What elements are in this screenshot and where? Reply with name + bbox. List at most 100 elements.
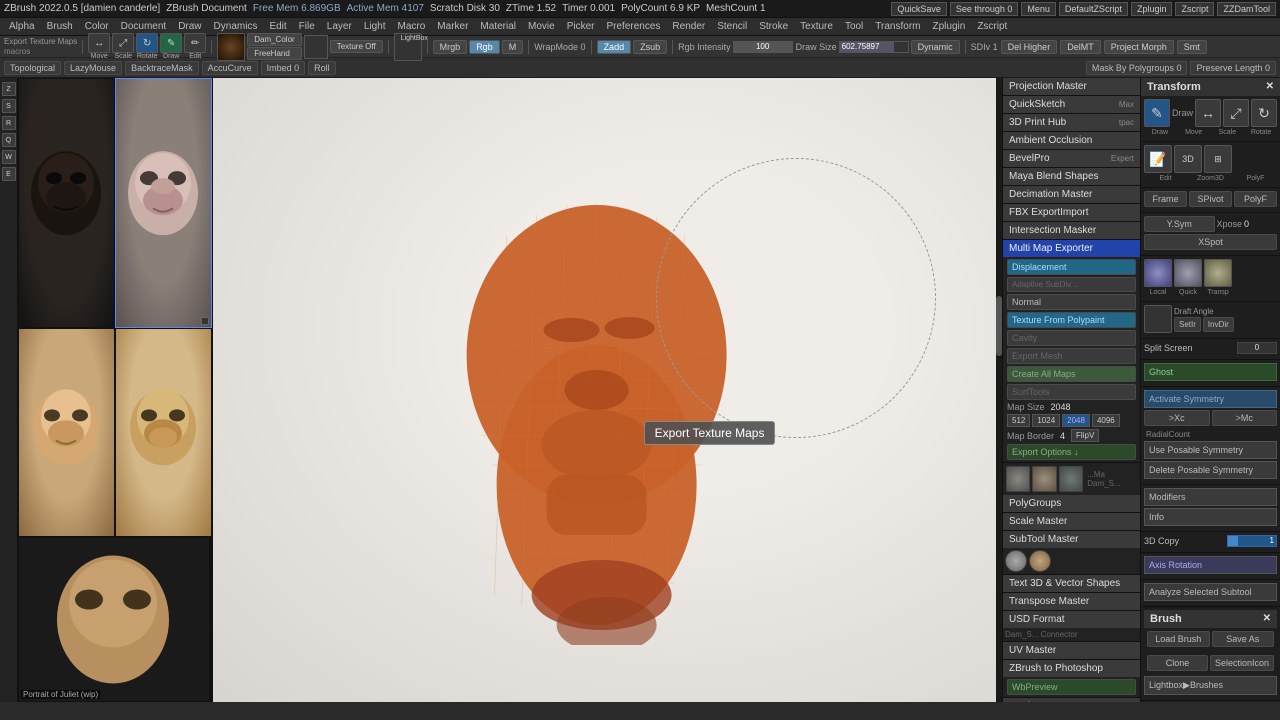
draft-angle-icon[interactable] bbox=[1144, 305, 1172, 333]
texture-off-btn[interactable]: Texture Off bbox=[330, 40, 383, 53]
scale-master-header[interactable]: Scale Master bbox=[1003, 513, 1140, 530]
viewport[interactable]: Export Texture Maps bbox=[213, 78, 996, 702]
imbed-btn[interactable]: Imbed 0 bbox=[261, 61, 306, 75]
smt-btn[interactable]: Smt bbox=[1177, 40, 1207, 54]
menu-stroke[interactable]: Stroke bbox=[754, 20, 793, 33]
clone-btn[interactable]: Clone bbox=[1147, 655, 1208, 671]
menu-file[interactable]: File bbox=[294, 20, 320, 33]
load-brush-btn[interactable]: Load Brush bbox=[1147, 631, 1210, 647]
menu-document[interactable]: Document bbox=[116, 20, 172, 33]
subtool-master-header[interactable]: SubTool Master bbox=[1003, 531, 1140, 548]
menu-picker[interactable]: Picker bbox=[562, 20, 600, 33]
dam-color-btn[interactable]: Dam_Color bbox=[247, 33, 301, 46]
polyf-btn[interactable]: ⊞ bbox=[1204, 145, 1232, 173]
stm-icon-2[interactable] bbox=[1029, 550, 1051, 572]
texture-polypaint-btn[interactable]: Texture From Polypaint bbox=[1007, 312, 1136, 328]
size-1024-btn[interactable]: 1024 bbox=[1032, 414, 1060, 427]
maya-blend-header[interactable]: Maya Blend Shapes bbox=[1003, 168, 1140, 185]
menu-button[interactable]: Menu bbox=[1021, 2, 1056, 16]
roll-btn[interactable]: Roll bbox=[308, 61, 336, 75]
axis-rotation-btn[interactable]: Axis Rotation bbox=[1144, 556, 1277, 574]
rgb-intensity-slider[interactable]: 100 bbox=[733, 41, 793, 53]
fbx-header[interactable]: FBX ExportImport bbox=[1003, 204, 1140, 221]
menu-light[interactable]: Light bbox=[359, 20, 391, 33]
zoom3d-btn[interactable]: 3D bbox=[1174, 145, 1202, 173]
menu-macro[interactable]: Macro bbox=[393, 20, 431, 33]
left-tool-4[interactable]: Q bbox=[2, 133, 16, 147]
normal-btn[interactable]: Normal bbox=[1007, 294, 1136, 310]
menu-marker[interactable]: Marker bbox=[432, 20, 473, 33]
zzd-button[interactable]: ZZDamTool bbox=[1217, 2, 1276, 16]
menu-edit[interactable]: Edit bbox=[264, 20, 291, 33]
split-screen-slider[interactable]: 0 bbox=[1237, 342, 1277, 354]
menu-alpha[interactable]: Alpha bbox=[4, 20, 40, 33]
uv-master-header[interactable]: UV Master bbox=[1003, 642, 1140, 659]
usd-header[interactable]: USD Format bbox=[1003, 611, 1140, 628]
rotate-toolbar-btn[interactable]: ↻ bbox=[136, 33, 158, 53]
zcolor-header[interactable]: ZColor bbox=[1003, 698, 1140, 702]
modifiers-btn[interactable]: Modifiers bbox=[1144, 488, 1277, 506]
polygroups-header[interactable]: PolyGroups bbox=[1003, 495, 1140, 512]
zscript-button[interactable]: Zscript bbox=[1175, 2, 1214, 16]
projection-master-header[interactable]: Projection Master bbox=[1003, 78, 1140, 95]
rgb-btn[interactable]: Rgb bbox=[469, 40, 500, 54]
scale-toolbar-btn[interactable]: ⤢ bbox=[112, 33, 134, 53]
menu-preferences[interactable]: Preferences bbox=[601, 20, 665, 33]
export-mesh-btn[interactable]: Export Mesh bbox=[1007, 348, 1136, 364]
subtool-icon-3[interactable] bbox=[1059, 466, 1083, 492]
scrollbar-thumb[interactable] bbox=[996, 296, 1002, 356]
flipv-btn[interactable]: FlipV bbox=[1071, 429, 1099, 442]
menu-material[interactable]: Material bbox=[475, 20, 521, 33]
edit-toolbar-btn[interactable]: ✏ bbox=[184, 33, 206, 53]
brush-preview[interactable] bbox=[217, 33, 245, 61]
quicksave-button[interactable]: QuickSave bbox=[891, 2, 947, 16]
mask-by-polygroups-btn[interactable]: Mask By Polygroups 0 bbox=[1086, 61, 1188, 75]
backtrace-mask-btn[interactable]: BacktraceMask bbox=[125, 61, 199, 75]
save-as-btn[interactable]: Save As bbox=[1212, 631, 1275, 647]
setir-btn[interactable]: SetIr bbox=[1174, 317, 1201, 332]
selection-icon-btn[interactable]: SelectionIcon bbox=[1210, 655, 1274, 671]
surf-tools-btn[interactable]: SurfTools bbox=[1007, 384, 1136, 400]
menu-tool[interactable]: Tool bbox=[840, 20, 868, 33]
use-posable-symmetry-btn[interactable]: Use Posable Symmetry bbox=[1144, 441, 1277, 459]
quick-icon[interactable] bbox=[1174, 259, 1202, 287]
thumbnail-4[interactable] bbox=[115, 328, 212, 537]
menu-texture[interactable]: Texture bbox=[795, 20, 838, 33]
xc-btn[interactable]: >Xc bbox=[1144, 410, 1210, 426]
brush-alpha-preview[interactable] bbox=[304, 35, 328, 59]
zbrush-photoshop-header[interactable]: ZBrush to Photoshop bbox=[1003, 660, 1140, 677]
stm-icon-1[interactable] bbox=[1005, 550, 1027, 572]
delete-posable-symmetry-btn[interactable]: Delete Posable Symmetry bbox=[1144, 461, 1277, 479]
subtool-icon-2[interactable] bbox=[1032, 466, 1056, 492]
see-through-button[interactable]: See through 0 bbox=[950, 2, 1019, 16]
lightbox-brushes-btn[interactable]: Lightbox▶Brushes bbox=[1144, 676, 1277, 695]
frame-btn[interactable]: Frame bbox=[1144, 191, 1187, 207]
ysym-btn[interactable]: Y.Sym bbox=[1144, 216, 1215, 232]
size-2048-btn[interactable]: 2048 bbox=[1062, 414, 1090, 427]
displacement-btn[interactable]: Displacement bbox=[1007, 259, 1136, 275]
decimation-master-header[interactable]: Decimation Master bbox=[1003, 186, 1140, 203]
topological-btn[interactable]: Topological bbox=[4, 61, 61, 75]
menu-color[interactable]: Color bbox=[80, 20, 114, 33]
text3d-header[interactable]: Text 3D & Vector Shapes bbox=[1003, 575, 1140, 592]
del-higher-btn[interactable]: Del Higher bbox=[1001, 40, 1058, 54]
ambient-occlusion-header[interactable]: Ambient Occlusion bbox=[1003, 132, 1140, 149]
draw-size-slider[interactable]: 602.75897 bbox=[839, 41, 909, 53]
left-tool-2[interactable]: S bbox=[2, 99, 16, 113]
zadd-btn[interactable]: Zadd bbox=[597, 40, 632, 54]
thumbnail-3[interactable] bbox=[18, 328, 115, 537]
activate-symmetry-btn[interactable]: Activate Symmetry bbox=[1144, 390, 1277, 408]
left-tool-1[interactable]: Z bbox=[2, 82, 16, 96]
menu-transform[interactable]: Transform bbox=[870, 20, 925, 33]
m-btn[interactable]: M bbox=[502, 40, 524, 54]
lightbox-btn[interactable]: LightBox bbox=[394, 33, 422, 61]
del-mt-btn[interactable]: DelMT bbox=[1060, 40, 1101, 54]
xspot-btn[interactable]: XSpot bbox=[1144, 234, 1277, 250]
freehand-btn[interactable]: FreeHand bbox=[247, 47, 301, 60]
preserve-length-btn[interactable]: Preserve Length 0 bbox=[1190, 61, 1276, 75]
thumbnail-expand-btn[interactable] bbox=[201, 317, 209, 325]
invdir-btn[interactable]: InvDir bbox=[1203, 317, 1234, 332]
move-toolbar-btn[interactable]: ↔ bbox=[88, 33, 110, 53]
transpose-master-header[interactable]: Transpose Master bbox=[1003, 593, 1140, 610]
polyf-icon[interactable] bbox=[1204, 259, 1232, 287]
